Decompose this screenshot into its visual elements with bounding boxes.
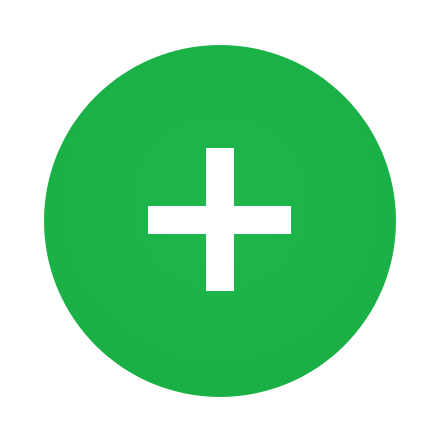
canvas: [0, 0, 440, 440]
plus-horizontal-bar: [148, 206, 291, 234]
plus-icon: [44, 45, 396, 397]
add-button[interactable]: [44, 45, 396, 397]
